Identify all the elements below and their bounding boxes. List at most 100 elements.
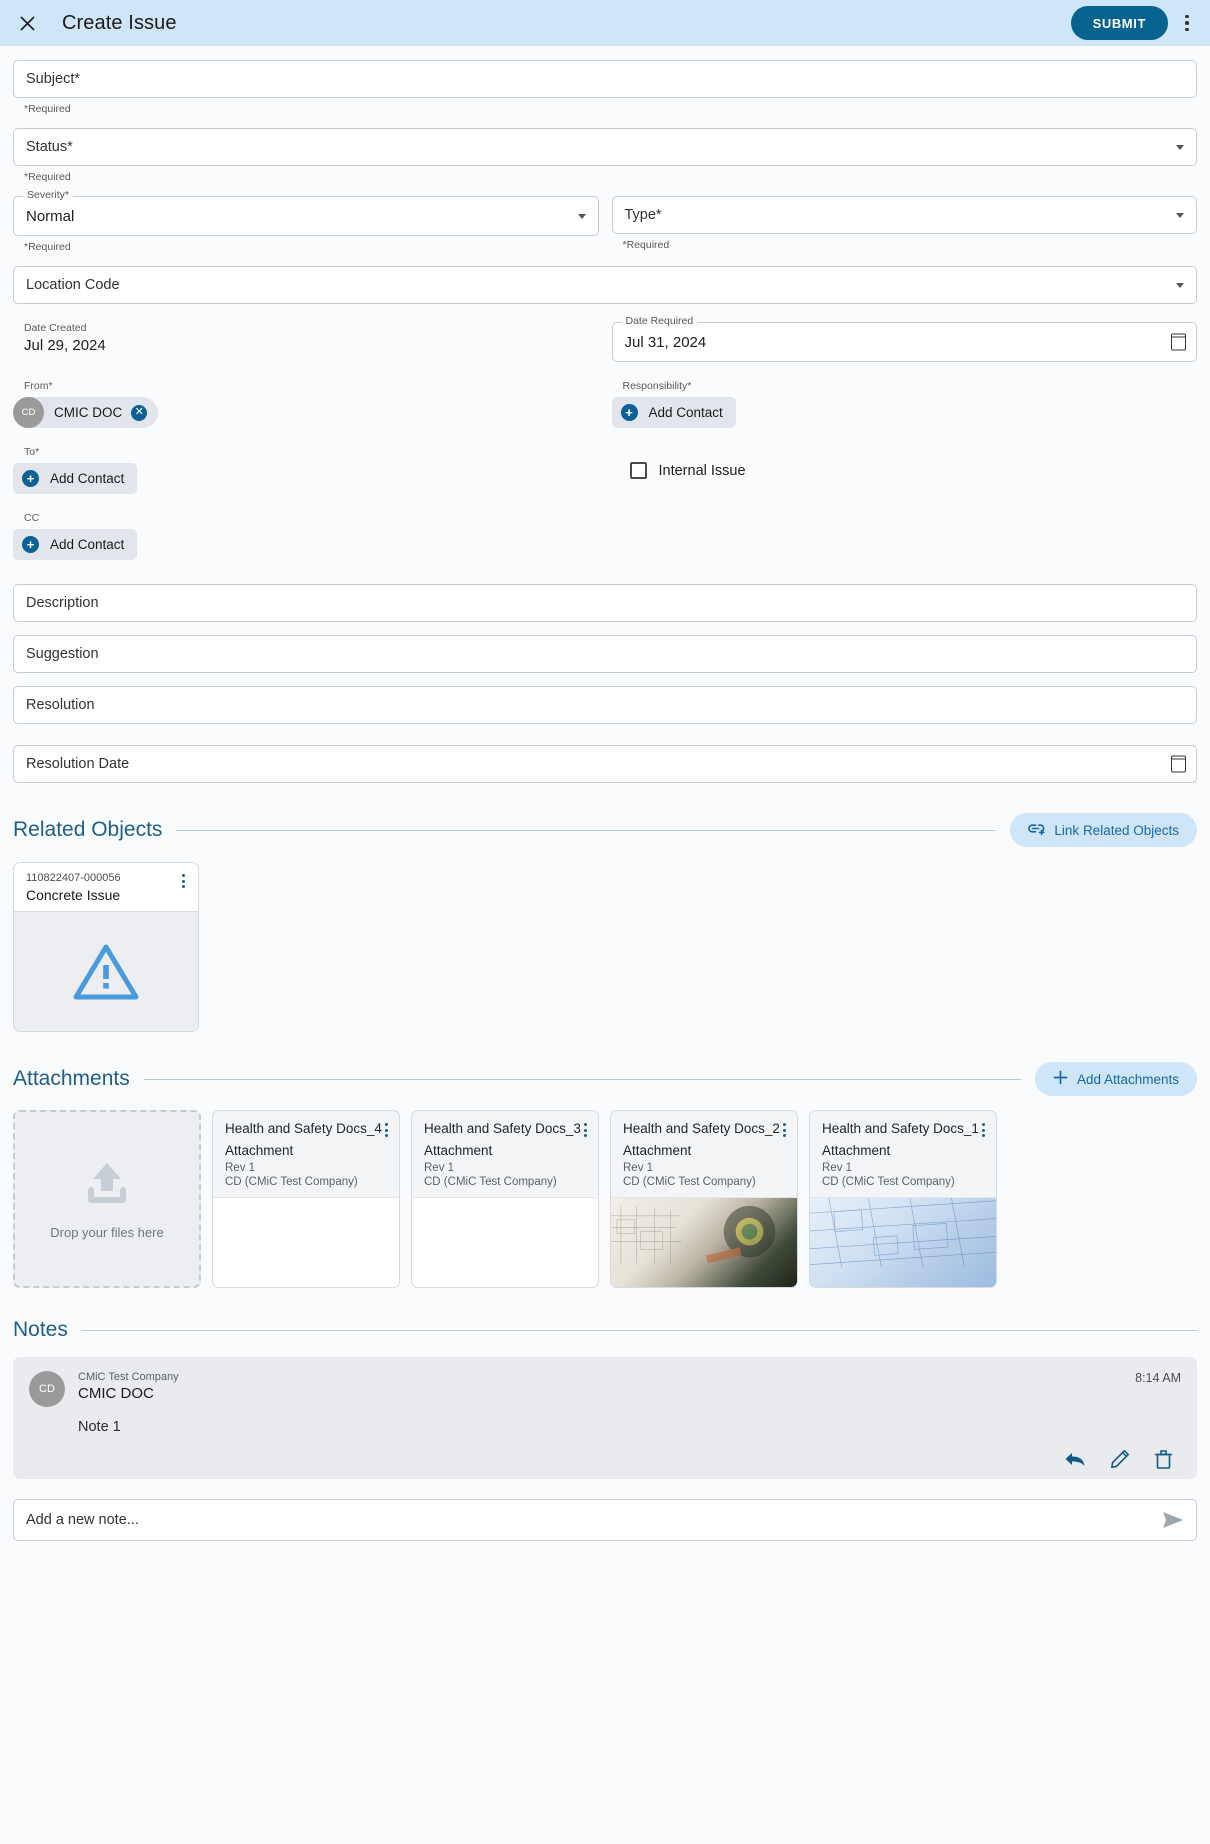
close-circle-icon[interactable]: ✕ xyxy=(131,404,148,421)
link-related-objects-button[interactable]: Link Related Objects xyxy=(1010,813,1197,847)
note-meta: CMiC Test Company CMIC DOC xyxy=(78,1371,1135,1407)
attachment-card-header: Health and Safety Docs_1 Attachment Rev … xyxy=(810,1111,996,1197)
attachment-card[interactable]: Health and Safety Docs_3 Attachment Rev … xyxy=(411,1110,599,1288)
upload-icon xyxy=(88,1162,126,1203)
subject-placeholder: Subject* xyxy=(26,71,81,87)
subject-input[interactable]: Subject* xyxy=(13,60,1197,98)
from-col: From* CD CMIC DOC ✕ xyxy=(13,380,599,428)
notes-header: Notes xyxy=(13,1318,1197,1342)
edit-icon[interactable] xyxy=(1110,1449,1130,1469)
related-object-card-text: 110822407-000056 Concrete Issue xyxy=(26,872,121,903)
related-object-card-header: 110822407-000056 Concrete Issue xyxy=(14,863,198,911)
attachment-card[interactable]: Health and Safety Docs_4 Attachment Rev … xyxy=(212,1110,400,1288)
attachment-thumbnail xyxy=(412,1196,598,1287)
more-vertical-icon[interactable] xyxy=(1174,8,1200,38)
cc-add-contact-label: Add Contact xyxy=(50,537,125,552)
attachment-rev: Rev 1 xyxy=(822,1161,853,1174)
resolution-date-input[interactable]: Resolution Date xyxy=(13,745,1197,783)
add-attachments-button[interactable]: Add Attachments xyxy=(1034,1062,1197,1096)
attachment-menu-icon[interactable] xyxy=(382,1121,391,1188)
new-note-placeholder: Add a new note... xyxy=(26,1512,139,1528)
page-title: Create Issue xyxy=(62,11,177,34)
attachment-title: Health and Safety Docs_4 xyxy=(225,1121,382,1136)
suggestion-placeholder: Suggestion xyxy=(26,646,99,662)
severity-select[interactable]: Severity* Normal xyxy=(13,190,599,236)
link-related-objects-label: Link Related Objects xyxy=(1054,822,1179,838)
related-object-menu-icon[interactable] xyxy=(179,872,188,890)
responsibility-label: Responsibility* xyxy=(622,380,692,392)
avatar: CD xyxy=(29,1371,65,1407)
submit-button[interactable]: SUBMIT xyxy=(1070,6,1168,40)
calendar-icon[interactable] xyxy=(1171,333,1186,351)
attachment-menu-icon[interactable] xyxy=(979,1121,988,1188)
attachment-type: Attachment xyxy=(623,1142,692,1158)
suggestion-input[interactable]: Suggestion xyxy=(13,635,1197,673)
internal-issue-checkbox-row[interactable]: Internal Issue xyxy=(612,462,1198,479)
app-header: Create Issue SUBMIT xyxy=(0,0,1210,46)
note-actions xyxy=(29,1449,1181,1469)
divider xyxy=(143,1078,1021,1080)
from-label: From* xyxy=(24,380,53,392)
note-item: CD CMiC Test Company CMIC DOC 8:14 AM No… xyxy=(13,1357,1197,1479)
cc-block: CC + Add Contact xyxy=(13,512,1197,560)
warning-triangle-icon xyxy=(73,944,139,999)
description-input[interactable]: Description xyxy=(13,584,1197,622)
related-objects-title: Related Objects xyxy=(13,818,163,841)
related-object-card[interactable]: 110822407-000056 Concrete Issue xyxy=(13,862,199,1032)
attachment-thumbnail xyxy=(810,1196,996,1287)
cc-add-contact-button[interactable]: + Add Contact xyxy=(13,529,138,560)
date-required-value: Jul 31, 2024 xyxy=(624,333,707,351)
attachment-card[interactable]: Health and Safety Docs_2 Attachment Rev … xyxy=(610,1110,798,1288)
plus-circle-icon: + xyxy=(620,404,638,421)
type-placeholder: Type* xyxy=(624,207,662,223)
date-created-value: Jul 29, 2024 xyxy=(24,337,106,354)
attachment-type: Attachment xyxy=(822,1142,891,1158)
send-icon[interactable] xyxy=(1162,1511,1184,1529)
internal-issue-checkbox[interactable] xyxy=(629,462,647,479)
attachment-menu-icon[interactable] xyxy=(780,1121,789,1188)
resolution-input[interactable]: Resolution xyxy=(13,686,1197,724)
divider xyxy=(81,1329,1197,1331)
location-code-select[interactable]: Location Code xyxy=(13,266,1197,304)
attachment-card-text: Health and Safety Docs_4 Attachment Rev … xyxy=(225,1121,382,1188)
date-required-input[interactable]: Date Required Jul 31, 2024 xyxy=(611,316,1197,362)
attachment-card-header: Health and Safety Docs_2 Attachment Rev … xyxy=(611,1111,797,1197)
attachment-title: Health and Safety Docs_2 xyxy=(623,1121,780,1136)
date-required-label: Date Required xyxy=(621,316,698,327)
attachments-title: Attachments xyxy=(13,1067,130,1090)
attachment-rev: Rev 1 xyxy=(225,1161,256,1174)
delete-icon[interactable] xyxy=(1154,1449,1173,1469)
responsibility-col: Responsibility* + Add Contact xyxy=(611,380,1198,428)
attachment-menu-icon[interactable] xyxy=(581,1121,590,1188)
note-company: CMiC Test Company xyxy=(78,1371,179,1383)
description-placeholder: Description xyxy=(26,595,99,611)
responsibility-add-contact-label: Add Contact xyxy=(648,405,723,420)
avatar: CD xyxy=(13,397,44,428)
status-select[interactable]: Status* xyxy=(13,128,1197,166)
attachment-card-text: Health and Safety Docs_1 Attachment Rev … xyxy=(822,1121,979,1188)
attachment-owner: CD (CMiC Test Company) xyxy=(225,1175,358,1188)
from-contact-chip[interactable]: CD CMIC DOC ✕ xyxy=(13,397,159,428)
related-object-id: 110822407-000056 xyxy=(26,872,121,884)
cc-label: CC xyxy=(24,512,40,524)
close-icon[interactable] xyxy=(14,10,40,36)
type-select[interactable]: Type* xyxy=(611,196,1197,234)
from-contact-name: CMIC DOC xyxy=(54,405,123,420)
notes-title: Notes xyxy=(13,1318,68,1341)
to-internal-row: To* + Add Contact Internal Issue xyxy=(13,446,1197,494)
responsibility-add-contact-button[interactable]: + Add Contact xyxy=(611,397,736,428)
date-required-col: Date Required Jul 31, 2024 xyxy=(611,316,1197,362)
divider xyxy=(176,829,997,831)
calendar-icon[interactable] xyxy=(1171,755,1186,773)
attachments-list: Drop your files here Health and Safety D… xyxy=(13,1110,1197,1288)
severity-label: Severity* xyxy=(23,190,74,201)
new-note-input[interactable]: Add a new note... xyxy=(13,1499,1197,1541)
to-add-contact-button[interactable]: + Add Contact xyxy=(13,463,138,494)
related-objects-header: Related Objects Link Related Objects xyxy=(13,813,1197,847)
link-icon xyxy=(1028,822,1045,839)
attachment-card[interactable]: Health and Safety Docs_1 Attachment Rev … xyxy=(809,1110,997,1288)
dropzone-label: Drop your files here xyxy=(50,1224,164,1240)
reply-icon[interactable] xyxy=(1064,1449,1086,1469)
severity-type-row: Severity* Normal *Required Type* *Requir… xyxy=(13,190,1197,253)
attachment-dropzone[interactable]: Drop your files here xyxy=(13,1110,201,1288)
